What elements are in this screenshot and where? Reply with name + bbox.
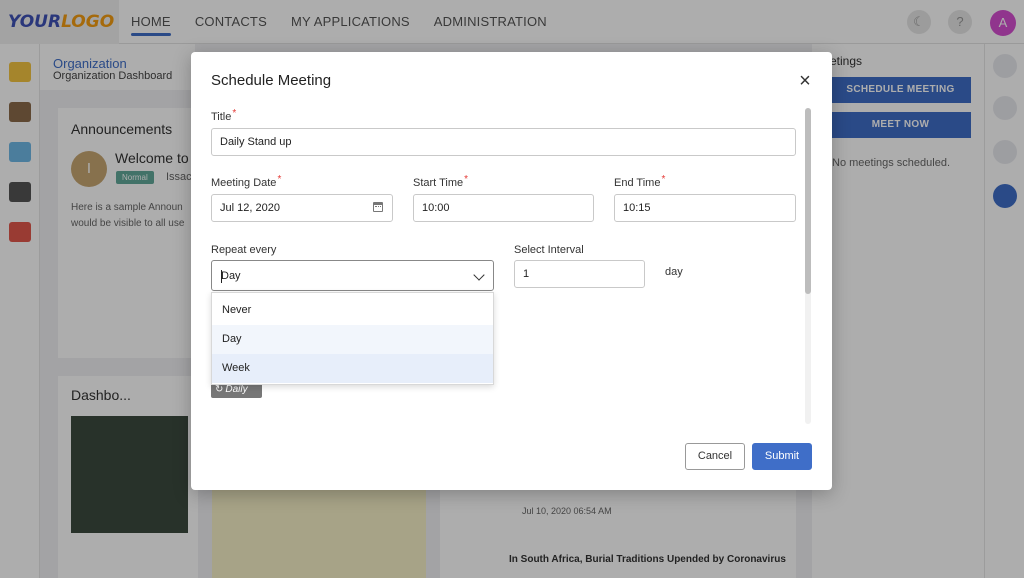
meeting-date-input[interactable] (211, 194, 393, 222)
close-icon[interactable]: × (796, 71, 814, 91)
text-caret (221, 270, 222, 283)
option-week[interactable]: Week (212, 354, 493, 383)
dialog-scrollbar[interactable] (805, 108, 811, 424)
interval-unit: day (665, 266, 683, 278)
end-time-input[interactable] (614, 194, 796, 222)
end-time-label: End Time* (614, 174, 666, 189)
repeat-dropdown: Never Day Week (211, 292, 494, 385)
interval-input[interactable] (514, 260, 645, 288)
title-label: Title* (211, 108, 237, 123)
calendar-icon[interactable] (373, 202, 383, 212)
repeat-select[interactable]: Day (211, 260, 494, 291)
option-never[interactable]: Never (212, 296, 493, 325)
meeting-date-label: Meeting Date* (211, 174, 282, 189)
option-day[interactable]: Day (212, 325, 493, 354)
title-input[interactable] (211, 128, 796, 156)
repeat-label: Repeat every (211, 244, 277, 256)
start-time-input[interactable] (413, 194, 594, 222)
start-time-label: Start Time* (413, 174, 469, 189)
scroll-thumb[interactable] (805, 108, 811, 294)
interval-label: Select Interval (514, 244, 584, 256)
cancel-button[interactable]: Cancel (685, 443, 745, 470)
schedule-meeting-dialog: Schedule Meeting × Title* Meeting Date* … (191, 52, 832, 490)
chevron-down-icon[interactable] (473, 269, 485, 281)
repeat-icon: ↻ (215, 384, 224, 395)
submit-button[interactable]: Submit (752, 443, 812, 470)
dialog-title: Schedule Meeting (211, 72, 332, 89)
repeat-select-value: Day (221, 270, 241, 283)
